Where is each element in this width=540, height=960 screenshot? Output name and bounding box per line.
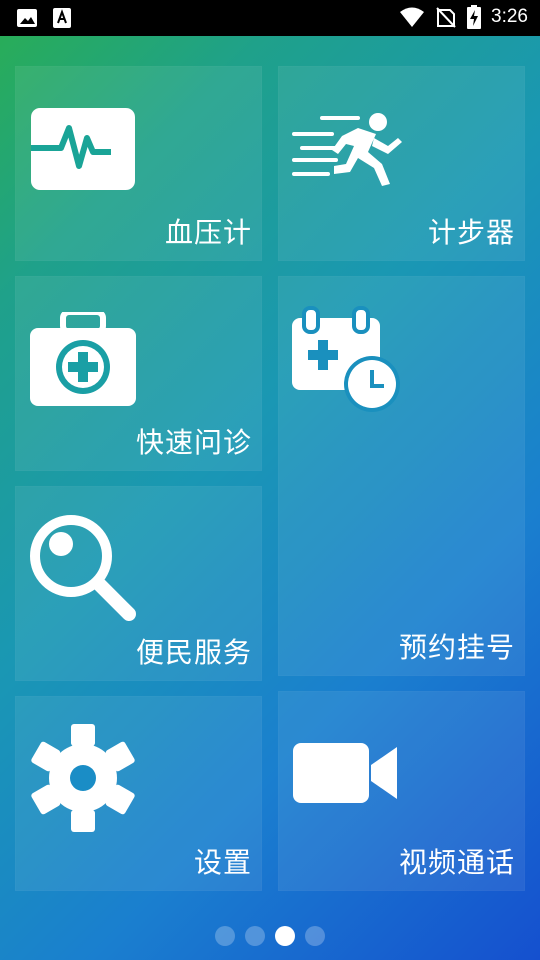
video-camera-icon bbox=[293, 743, 397, 803]
image-icon bbox=[17, 9, 37, 27]
tile-blood-pressure[interactable]: 血压计 bbox=[15, 66, 262, 261]
tile-label: 设置 bbox=[193, 846, 252, 879]
page-indicator bbox=[0, 926, 540, 948]
no-sim-icon bbox=[436, 7, 456, 28]
tile-label: 视频通话 bbox=[398, 846, 515, 879]
medical-kit-icon bbox=[30, 312, 136, 406]
gear-icon bbox=[31, 724, 135, 832]
heart-monitor-icon bbox=[31, 108, 135, 190]
tile-label: 快速问诊 bbox=[135, 426, 252, 459]
tile-video-call[interactable]: 视频通话 bbox=[278, 691, 525, 891]
magnifier-icon bbox=[30, 515, 136, 621]
running-icon bbox=[292, 113, 402, 186]
page-dot-active[interactable] bbox=[275, 926, 295, 946]
tile-settings[interactable]: 设置 bbox=[15, 696, 262, 891]
page-dot[interactable] bbox=[305, 926, 325, 946]
font-icon bbox=[53, 8, 71, 28]
clock: 3:26 bbox=[491, 6, 528, 27]
wifi-icon bbox=[400, 7, 425, 27]
tile-pedometer[interactable]: 计步器 bbox=[278, 66, 525, 261]
tile-label: 便民服务 bbox=[135, 636, 252, 669]
tile-appointment[interactable]: 预约挂号 bbox=[278, 276, 525, 676]
calendar-clock-icon bbox=[292, 306, 400, 412]
tile-quick-consult[interactable]: 快速问诊 bbox=[15, 276, 262, 471]
tile-label: 血压计 bbox=[164, 216, 252, 249]
tile-label: 计步器 bbox=[427, 216, 515, 249]
battery-charging-icon bbox=[467, 5, 482, 29]
tile-label: 预约挂号 bbox=[398, 631, 515, 664]
status-bar: 3:26 bbox=[0, 0, 540, 36]
page-dot[interactable] bbox=[245, 926, 265, 946]
tile-convenience-services[interactable]: 便民服务 bbox=[15, 486, 262, 681]
page-dot[interactable] bbox=[215, 926, 235, 946]
